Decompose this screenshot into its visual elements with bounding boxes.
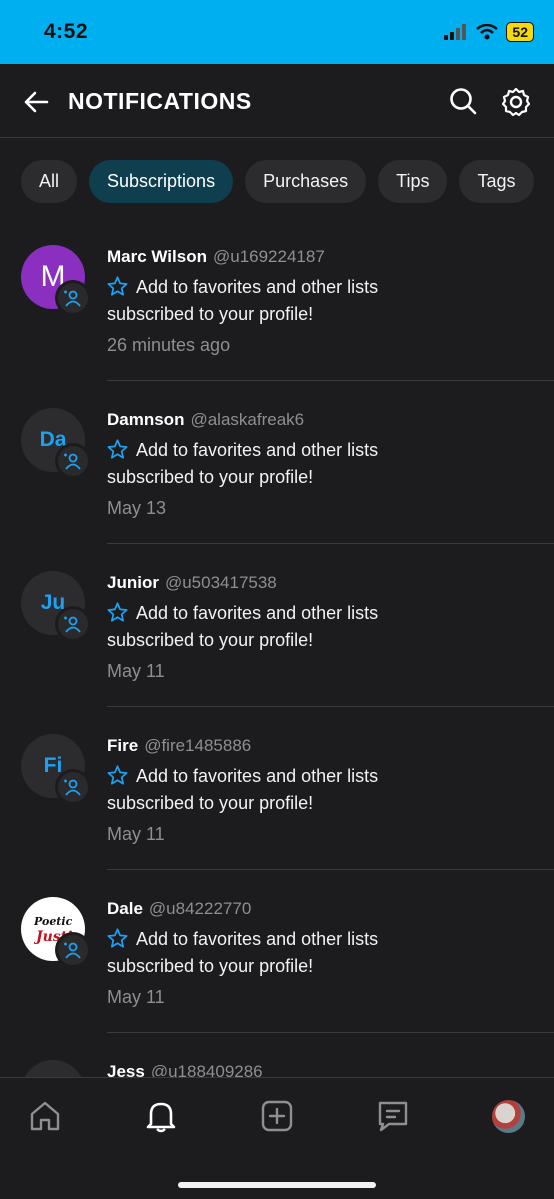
notification-list: M Marc Wilson @u169224187 Add to favorite…	[0, 218, 554, 1078]
notification-text: subscribed to your profile!	[107, 467, 314, 487]
notification-item[interactable]: Ju Junior @u503417538 Add to favorites an…	[0, 544, 554, 707]
arrow-left-icon[interactable]	[22, 88, 50, 116]
favorites-link[interactable]: Add to favorites and other lists	[136, 929, 378, 949]
chip-purchases[interactable]: Purchases	[245, 160, 367, 203]
notification-item[interactable]: Poetic Justice Dale@u84222770 Add to fav…	[0, 870, 554, 1033]
subscribe-badge	[55, 769, 91, 805]
timestamp: May 11	[107, 824, 165, 844]
bottom-nav	[0, 1077, 554, 1199]
user-handle[interactable]: @fire1485886	[144, 736, 251, 755]
user-name[interactable]: Marc Wilson	[107, 247, 207, 266]
star-icon[interactable]	[107, 928, 128, 948]
search-icon[interactable]	[448, 86, 478, 116]
user-name[interactable]: Damnson	[107, 410, 184, 429]
notification-text: subscribed to your profile!	[107, 304, 314, 324]
wifi-icon	[476, 24, 499, 40]
timestamp: May 11	[107, 661, 165, 681]
user-name[interactable]: Jess	[107, 1062, 145, 1078]
timestamp: May 11	[107, 987, 165, 1007]
nav-notifications[interactable]	[143, 1098, 179, 1134]
filter-chips: All Subscriptions Purchases Tips Tags	[21, 160, 534, 203]
subscribe-badge	[55, 606, 91, 642]
svg-text:Poetic: Poetic	[33, 915, 73, 928]
nav-add-post[interactable]	[259, 1098, 295, 1134]
favorites-link[interactable]: Add to favorites and other lists	[136, 277, 378, 297]
favorites-link[interactable]: Add to favorites and other lists	[136, 603, 378, 623]
chip-tips[interactable]: Tips	[378, 160, 448, 203]
subscribe-badge	[55, 932, 91, 968]
bell-icon[interactable]	[143, 1098, 179, 1134]
header: NOTIFICATIONS	[0, 64, 554, 138]
user-handle[interactable]: @u188409286	[151, 1062, 263, 1078]
user-handle[interactable]: @alaskafreak6	[190, 410, 304, 429]
notification-text: subscribed to your profile!	[107, 630, 314, 650]
favorites-link[interactable]: Add to favorites and other lists	[136, 440, 378, 460]
home-icon[interactable]	[28, 1099, 62, 1133]
user-subscribe-icon	[64, 779, 81, 796]
star-icon[interactable]	[107, 276, 128, 296]
gear-icon[interactable]	[500, 86, 532, 118]
add-post-icon[interactable]	[260, 1099, 294, 1133]
notification-text: subscribed to your profile!	[107, 793, 314, 813]
notification-text: subscribed to your profile!	[107, 956, 314, 976]
user-subscribe-icon	[64, 453, 81, 470]
user-handle[interactable]: @u503417538	[165, 573, 277, 592]
nav-home[interactable]	[27, 1098, 63, 1134]
subscribe-badge	[55, 443, 91, 479]
notification-item[interactable]: M Marc Wilson @u169224187 Add to favorite…	[0, 218, 554, 381]
subscribe-badge	[55, 280, 91, 316]
star-icon[interactable]	[107, 765, 128, 785]
user-subscribe-icon	[64, 616, 81, 633]
battery-indicator: 52	[506, 22, 534, 42]
user-name[interactable]: Fire	[107, 736, 138, 755]
status-icons: 52	[444, 22, 534, 42]
chip-subscriptions[interactable]: Subscriptions	[89, 160, 234, 203]
messages-icon[interactable]	[376, 1099, 410, 1133]
notification-item[interactable]: Da Damnson @alaskafreak6 Add to favorites…	[0, 381, 554, 544]
page-title: NOTIFICATIONS	[68, 88, 252, 114]
user-subscribe-icon	[64, 290, 81, 307]
user-name[interactable]: Dale	[107, 899, 143, 918]
notification-item[interactable]: Jess @u188409286	[0, 1033, 554, 1078]
status-time: 4:52	[44, 20, 89, 43]
user-name[interactable]: Junior	[107, 573, 159, 592]
home-indicator	[178, 1182, 376, 1188]
user-handle[interactable]: @u169224187	[213, 247, 325, 266]
favorites-link[interactable]: Add to favorites and other lists	[136, 766, 378, 786]
user-subscribe-icon	[64, 942, 81, 959]
notification-item[interactable]: Fi Fire @fire1485886 Add to favorites and…	[0, 707, 554, 870]
status-bar: 4:52 52	[0, 0, 554, 64]
timestamp: May 13	[107, 498, 167, 518]
avatar[interactable]	[21, 1060, 85, 1078]
signal-icon	[444, 24, 467, 40]
star-icon[interactable]	[107, 439, 128, 459]
profile-avatar[interactable]	[492, 1100, 525, 1133]
user-handle[interactable]: @u84222770	[149, 899, 251, 918]
chip-tags[interactable]: Tags	[459, 160, 534, 203]
chip-all[interactable]: All	[21, 160, 78, 203]
timestamp: 26 minutes ago	[107, 335, 231, 355]
nav-messages[interactable]	[375, 1098, 411, 1134]
star-icon[interactable]	[107, 602, 128, 622]
